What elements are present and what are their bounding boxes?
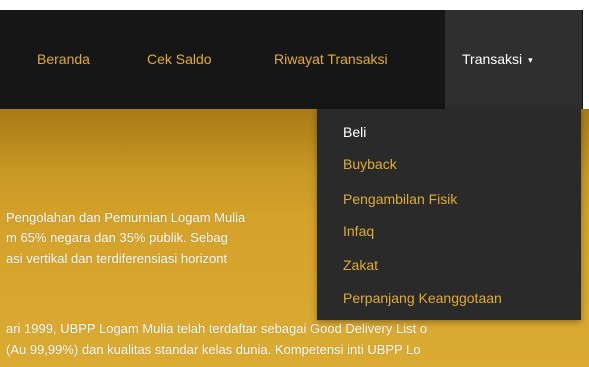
hero-text-line-5: (Au 99,99%) dan kualitas standar kelas d… [6, 342, 421, 357]
dropdown-item-buyback[interactable]: Buyback [343, 155, 397, 173]
hero-text-line-4: ari 1999, UBPP Logam Mulia telah terdaft… [6, 321, 428, 336]
dropdown-item-perpanjang-keanggotaan[interactable]: Perpanjang Keanggotaan [343, 289, 502, 307]
page: Beranda Cek Saldo Riwayat Transaksi Tran… [0, 0, 589, 367]
dropdown-item-infaq[interactable]: Infaq [343, 222, 374, 240]
nav-cek-saldo[interactable]: Cek Saldo [147, 10, 212, 109]
nav-transaksi-label: Transaksi [462, 51, 523, 67]
transaksi-dropdown-menu: Beli Buyback Pengambilan Fisik Infaq Zak… [317, 109, 581, 320]
nav-transaksi[interactable]: Transaksi ▾ [445, 10, 582, 109]
dropdown-item-zakat[interactable]: Zakat [343, 256, 378, 274]
nav-beranda[interactable]: Beranda [37, 10, 90, 109]
dropdown-item-beli[interactable]: Beli [343, 123, 366, 141]
caret-down-icon: ▾ [528, 55, 533, 65]
nav-riwayat-transaksi[interactable]: Riwayat Transaksi [274, 10, 388, 109]
dropdown-item-pengambilan-fisik[interactable]: Pengambilan Fisik [343, 190, 457, 208]
top-white-strip [0, 0, 589, 10]
